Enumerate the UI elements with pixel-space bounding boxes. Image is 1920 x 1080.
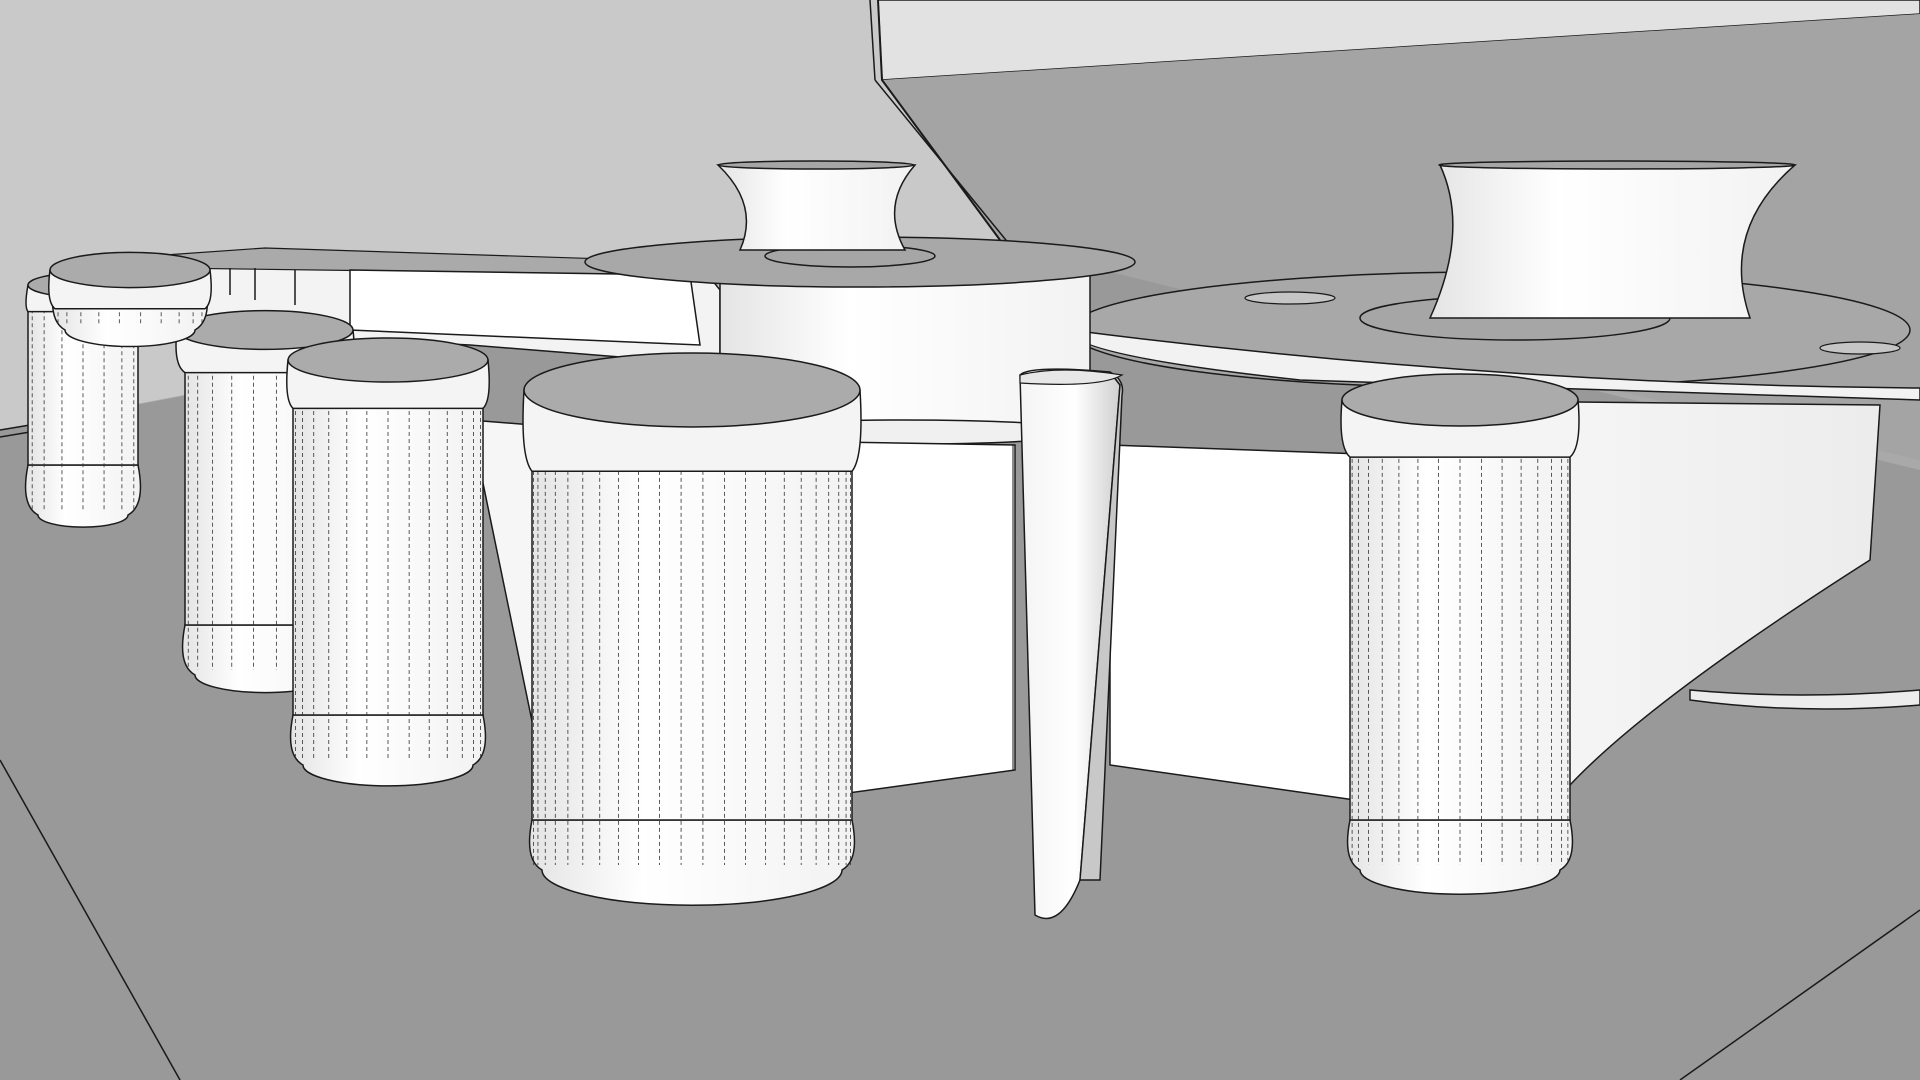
disc-hole-1 [1244,291,1336,305]
post-right-cap-top [1341,373,1579,427]
post-left-4 [48,251,212,348]
post-left-4-cap-top [49,251,211,289]
post-center [522,352,862,906]
post-center-base [528,819,856,906]
post-far-left-base [24,464,142,528]
funnel-center [716,164,917,251]
scene-canvas[interactable] [0,0,1920,1080]
funnel-right [1428,164,1798,319]
center-body-right-front [1109,444,1391,806]
3d-viewport[interactable] [0,0,1920,1080]
funnel-center-top [717,160,915,170]
funnel-right-top [1438,160,1796,170]
post-center-cap-top [523,352,861,428]
post-left-3-cap-top [287,337,489,383]
post-left-3 [286,337,490,787]
post-right [1340,373,1580,895]
disc-hole-2 [1819,341,1901,355]
post-center-shaft [531,426,853,821]
